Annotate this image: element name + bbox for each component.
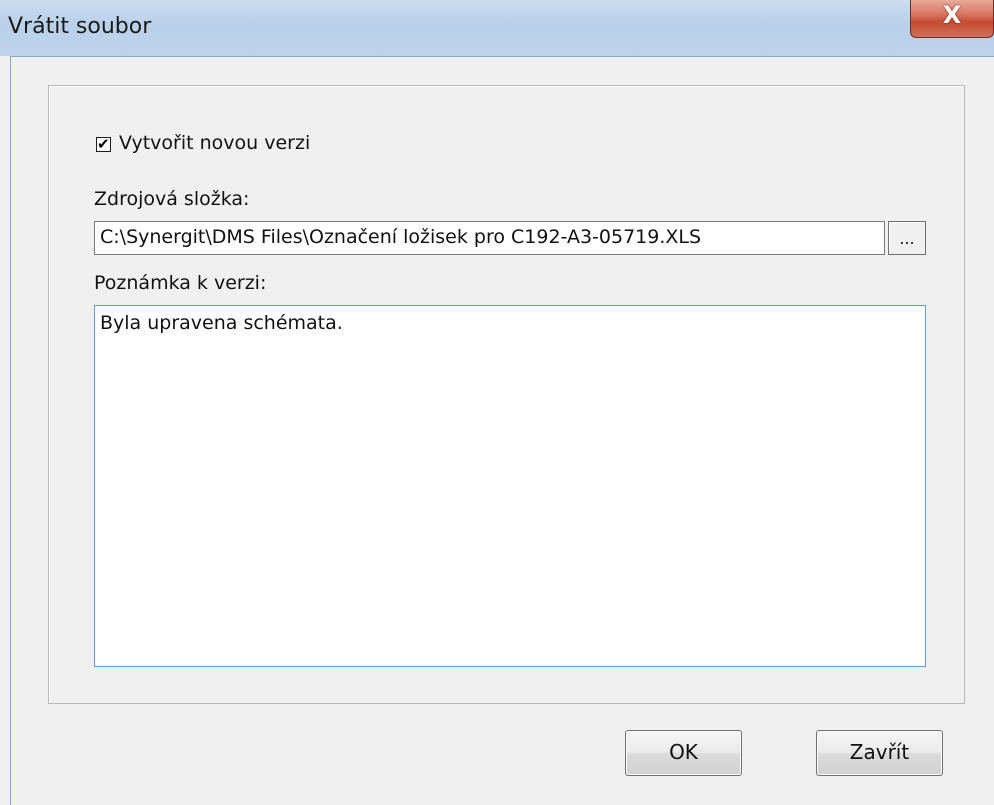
ok-button[interactable]: OK	[625, 730, 742, 776]
close-icon: X	[942, 1, 962, 29]
dialog-window: Vrátit soubor X ✔ Vytvořit novou verzi Z…	[0, 0, 994, 805]
source-folder-label: Zdrojová složka:	[94, 188, 250, 210]
title-bar[interactable]: Vrátit soubor X	[0, 0, 994, 56]
version-note-textarea[interactable]: Byla upravena schémata.	[94, 305, 926, 667]
browse-button[interactable]: ...	[888, 221, 926, 255]
checkmark-icon: ✔	[97, 135, 110, 153]
close-button[interactable]: Zavřít	[816, 730, 943, 776]
create-version-checkbox[interactable]: ✔	[96, 135, 111, 153]
close-window-button[interactable]: X	[910, 0, 994, 38]
create-version-label[interactable]: Vytvořit novou verzi	[119, 132, 310, 154]
source-folder-input[interactable]: C:\Synergit\DMS Files\Označení ložisek p…	[94, 221, 885, 255]
version-note-label: Poznámka k verzi:	[94, 272, 267, 294]
window-title: Vrátit soubor	[8, 14, 152, 39]
